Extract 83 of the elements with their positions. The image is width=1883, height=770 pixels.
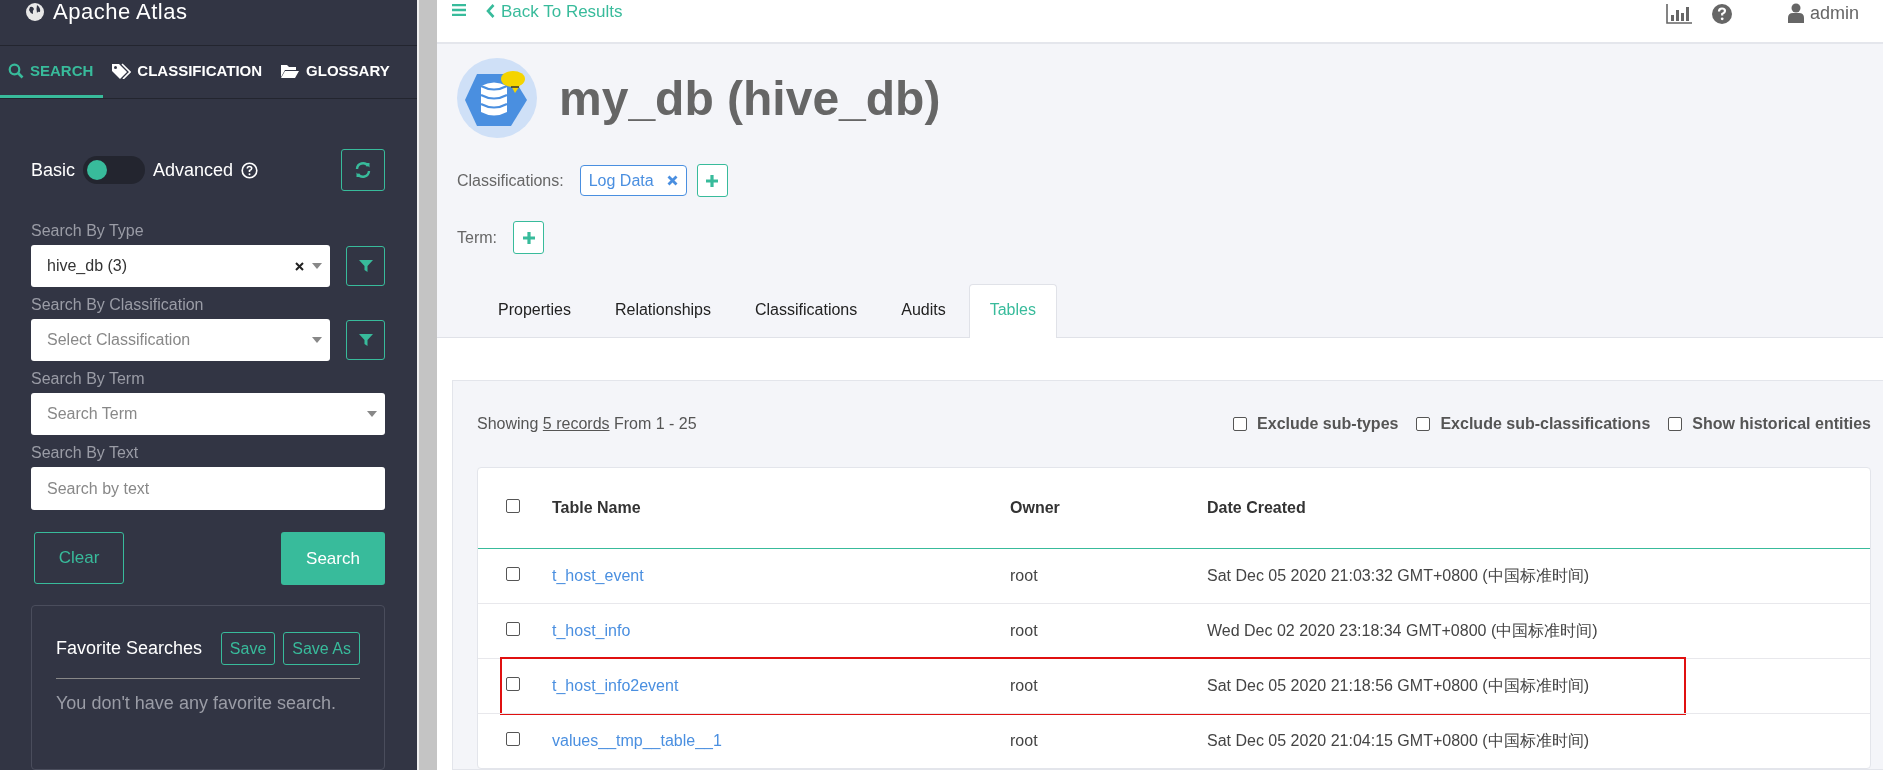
save-button[interactable]: Save <box>220 632 276 665</box>
table-cell: root <box>1010 567 1038 584</box>
plus-icon <box>705 173 720 188</box>
table-cell: root <box>1010 622 1038 639</box>
caret-icon <box>367 411 377 417</box>
sidebar-tab[interactable]: SEARCH <box>0 46 104 98</box>
detail-tab[interactable]: Audits <box>880 284 967 337</box>
table-link[interactable]: t_host_info2event <box>552 677 679 694</box>
chevron-left-icon <box>486 4 495 18</box>
row-checkbox[interactable] <box>506 732 520 746</box>
table-row[interactable]: values__tmp__table__1 root Sat Dec 05 2020 21:04:15 GMT+0800 (中国标准时间) <box>478 713 1870 768</box>
field-label: Search By Classification <box>31 295 205 315</box>
filter-icon <box>358 333 373 347</box>
table-cell: Sat Dec 05 2020 21:18:56 GMT+0800 (中国标准时间) <box>1207 676 1589 694</box>
table-cell: root <box>1010 677 1038 694</box>
table-row[interactable]: t_host_info root Wed Dec 02 2020 23:18:34 GMT+0800 (中国标准时间) <box>478 603 1870 658</box>
empty-message: You don't have any favorite search. <box>56 693 337 714</box>
user-name[interactable]: admin <box>1809 3 1859 24</box>
app-title: Apache Atlas <box>53 0 188 24</box>
folder-icon <box>280 62 301 79</box>
mode-toggle[interactable] <box>83 156 145 184</box>
term-label: Term: <box>457 228 497 247</box>
advanced-label: Advanced <box>153 159 234 181</box>
table-link[interactable]: values__tmp__table__1 <box>552 732 722 749</box>
basic-label: Basic <box>31 159 75 181</box>
sidebar-tab[interactable]: CLASSIFICATION <box>103 46 273 98</box>
filter-button[interactable] <box>346 320 385 360</box>
table-cell: Wed Dec 02 2020 23:18:34 GMT+0800 (中国标准时间) <box>1207 621 1598 639</box>
select-field[interactable]: Search Term <box>31 393 385 435</box>
detail-tab[interactable]: Relationships <box>593 284 732 337</box>
checkbox[interactable] <box>1416 417 1431 431</box>
table-link[interactable]: t_host_event <box>552 567 644 584</box>
remove-icon[interactable] <box>666 175 678 186</box>
refresh-icon <box>354 161 372 179</box>
row-checkbox[interactable] <box>506 567 520 581</box>
option-label[interactable]: Exclude sub-types <box>1257 415 1399 433</box>
row-checkbox[interactable] <box>506 622 520 636</box>
clear-icon[interactable] <box>295 261 304 271</box>
field-label: Search By Text <box>31 443 140 463</box>
field-label: Search By Type <box>31 221 145 241</box>
sidebar-tab[interactable]: GLOSSARY <box>272 46 400 98</box>
search-icon <box>8 62 24 79</box>
user-icon[interactable] <box>1787 2 1804 23</box>
option-label[interactable]: Exclude sub-classifications <box>1440 415 1651 433</box>
help-icon[interactable] <box>1711 4 1732 24</box>
records-summary: Showing 5 records From 1 - 25 <box>477 415 697 433</box>
checkbox[interactable] <box>1233 417 1248 431</box>
column-header: Table Name <box>552 499 641 516</box>
clear-button[interactable]: Clear <box>34 532 124 584</box>
detail-tab[interactable]: Classifications <box>734 284 879 337</box>
row-checkbox[interactable] <box>506 677 520 691</box>
checkbox[interactable] <box>1668 417 1683 431</box>
table-row[interactable]: t_host_event root Sat Dec 05 2020 21:03:32 GMT+0800 (中国标准时间) <box>478 549 1870 603</box>
select-all-checkbox[interactable] <box>506 499 520 513</box>
table-cell: Sat Dec 05 2020 21:04:15 GMT+0800 (中国标准时间) <box>1207 731 1589 749</box>
select-field[interactable]: hive_db (3) <box>31 245 330 287</box>
tags-icon <box>111 62 132 79</box>
favorites-title: Favorite Searches <box>56 638 203 659</box>
caret-icon <box>312 337 322 343</box>
table-link[interactable]: t_host_info <box>552 622 631 639</box>
classifications-label: Classifications: <box>457 171 564 190</box>
column-header: Date Created <box>1207 499 1306 516</box>
column-header: Owner <box>1010 499 1060 516</box>
save-as-button[interactable]: Save As <box>283 632 360 665</box>
option-label[interactable]: Show historical entities <box>1692 415 1871 433</box>
table-cell: root <box>1010 732 1038 749</box>
scrollbar[interactable] <box>417 0 437 770</box>
caret-icon <box>312 263 322 269</box>
refresh-button[interactable] <box>341 149 385 191</box>
entity-title: my_db (hive_db) <box>559 70 941 126</box>
bar-chart-icon[interactable] <box>1665 4 1692 24</box>
table-cell: Sat Dec 05 2020 21:03:32 GMT+0800 (中国标准时间) <box>1207 566 1589 584</box>
field-label: Search By Term <box>31 369 146 389</box>
filter-button[interactable] <box>346 246 385 286</box>
help-icon[interactable] <box>241 161 259 179</box>
table-row[interactable]: t_host_info2event root Sat Dec 05 2020 21:18:56 GMT+0800 (中国标准时间) <box>478 658 1870 713</box>
plus-icon <box>521 230 536 245</box>
records-link[interactable]: 5 records <box>542 415 610 432</box>
filter-icon <box>358 259 373 273</box>
detail-tab[interactable]: Properties <box>477 284 592 337</box>
select-field[interactable]: Select Classification <box>31 319 330 361</box>
text-input[interactable]: Search by text <box>31 467 385 510</box>
classification-tag[interactable]: Log Data <box>579 165 687 196</box>
